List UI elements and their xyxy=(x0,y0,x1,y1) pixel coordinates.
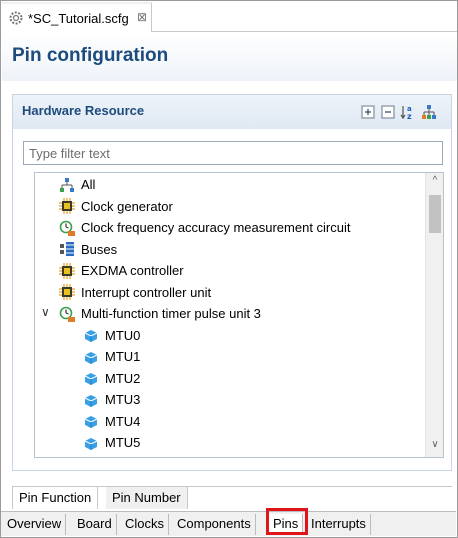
editor-tab-title: *SC_Tutorial.scfg xyxy=(28,11,129,26)
filter-input[interactable] xyxy=(23,141,443,165)
tab-components[interactable]: Components xyxy=(173,514,256,535)
tree-item-label: Clock frequency accuracy measurement cir… xyxy=(81,220,351,235)
clock-peripheral-icon xyxy=(59,306,75,322)
collapse-all-icon[interactable] xyxy=(380,104,396,120)
tree-item[interactable]: Clock generator xyxy=(59,196,173,217)
chip-icon xyxy=(59,284,75,300)
tree-item[interactable]: Interrupt controller unit xyxy=(59,282,211,303)
tab-pin-function[interactable]: Pin Function xyxy=(12,487,99,509)
tree-item[interactable]: All xyxy=(59,174,95,195)
tree-item[interactable]: Buses xyxy=(59,239,117,260)
tree-item-label: MTU5 xyxy=(105,435,141,450)
tree-item-label: MTU2 xyxy=(105,370,141,386)
tree-item[interactable]: MTU1 xyxy=(83,346,140,367)
tree-item[interactable]: MTU4 xyxy=(83,411,140,432)
tree-item-label: MTU6 xyxy=(105,457,140,458)
page-tab-bar: Overview Board Clocks Components Pins In… xyxy=(1,511,456,536)
tab-pin-number[interactable]: Pin Number xyxy=(106,487,188,509)
chip-icon xyxy=(59,198,75,214)
tab-clocks[interactable]: Clocks xyxy=(121,514,170,535)
svg-text:z: z xyxy=(407,112,412,120)
hierarchy-icon[interactable] xyxy=(421,104,437,120)
tree-item-label: Multi-function timer pulse unit 3 xyxy=(81,306,261,321)
tree-item[interactable]: MTU5 xyxy=(83,432,140,453)
page-title: Pin configuration xyxy=(12,45,169,66)
clock-peripheral-icon xyxy=(59,220,75,236)
gear-icon xyxy=(9,11,23,25)
editor-tab-sc-tutorial[interactable]: *SC_Tutorial.scfg ⊠ xyxy=(2,2,152,32)
module-icon xyxy=(83,456,99,458)
hierarchy-icon xyxy=(60,177,74,192)
tree-item-label: EXDMA controller xyxy=(81,263,184,278)
tree-item[interactable]: MTU2 xyxy=(83,368,140,389)
module-icon xyxy=(84,394,98,407)
scroll-thumb[interactable] xyxy=(429,195,441,233)
module-icon xyxy=(84,373,98,385)
section-title: Hardware Resource xyxy=(22,103,145,118)
section-header[interactable]: Hardware Resource a z xyxy=(13,95,451,129)
tree-item[interactable]: EXDMA controller xyxy=(59,260,184,281)
chip-icon xyxy=(59,262,75,279)
tree-item-label: Interrupt controller unit xyxy=(81,284,212,300)
sort-az-icon[interactable]: a z xyxy=(400,104,416,120)
page-header: Pin configuration xyxy=(2,33,457,81)
expand-all-icon[interactable] xyxy=(360,104,376,120)
tab-overview[interactable]: Overview xyxy=(3,514,67,535)
tree-scrollbar[interactable]: ^ ∨ xyxy=(425,173,443,457)
chevron-down-icon[interactable]: ∨ xyxy=(41,305,50,319)
tree-item[interactable]: MTU3 xyxy=(83,389,140,410)
pins-tab-highlight-box xyxy=(266,508,308,535)
close-icon[interactable]: ⊠ xyxy=(137,10,147,24)
tree-item-label: All xyxy=(81,177,96,192)
tab-board[interactable]: Board xyxy=(73,514,117,535)
module-icon xyxy=(84,351,98,364)
tree-item[interactable]: MTU6 xyxy=(83,454,140,458)
tree-item-label: MTU0 xyxy=(105,327,141,343)
editor-tab-strip: *SC_Tutorial.scfg ⊠ xyxy=(2,2,457,32)
tree-item-label: MTU1 xyxy=(105,349,141,364)
tree-item-label: Buses xyxy=(81,241,118,257)
module-icon xyxy=(84,330,98,342)
tree-item-label: MTU4 xyxy=(105,413,141,429)
sub-tab-bar: Pin Function Pin Number xyxy=(12,486,452,509)
hardware-resource-tree[interactable]: All Clock generator Clock frequency accura… xyxy=(34,172,444,458)
module-icon xyxy=(84,437,98,450)
tree-item[interactable]: MTU0 xyxy=(83,325,140,346)
scroll-up-arrow-icon[interactable]: ^ xyxy=(426,175,443,189)
tree-item-label: Clock generator xyxy=(81,198,173,214)
tree-item[interactable]: Multi-function timer pulse unit 3 xyxy=(59,303,261,324)
tree-item-label: MTU3 xyxy=(105,392,141,407)
scroll-down-arrow-icon[interactable]: ∨ xyxy=(426,439,443,453)
module-icon xyxy=(84,416,98,428)
bus-icon xyxy=(60,242,74,256)
tree-item[interactable]: Clock frequency accuracy measurement cir… xyxy=(59,217,351,238)
tab-interrupts[interactable]: Interrupts xyxy=(307,514,371,535)
